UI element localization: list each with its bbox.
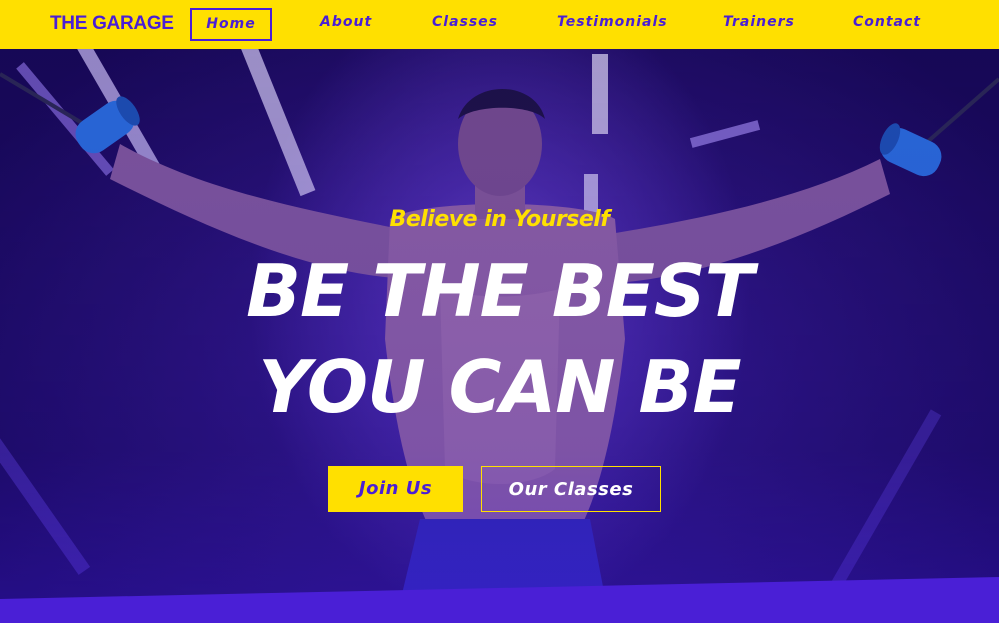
brand-logo[interactable]: THE GARAGE bbox=[50, 13, 174, 35]
nav-item-classes[interactable]: Classes bbox=[432, 14, 498, 30]
landing-page: Believe in Yourself BE THE BEST YOU CAN … bbox=[0, 0, 999, 623]
hero-headline-line-1: BE THE BEST bbox=[246, 249, 754, 333]
top-navbar: THE GARAGE Home About Classes Testimonia… bbox=[0, 0, 999, 49]
hero-section: Believe in Yourself BE THE BEST YOU CAN … bbox=[0, 49, 999, 623]
nav-item-about[interactable]: About bbox=[320, 14, 372, 30]
section-divider bbox=[0, 577, 999, 623]
hero-headline-line-2: YOU CAN BE bbox=[258, 345, 741, 429]
nav-item-contact[interactable]: Contact bbox=[853, 14, 921, 30]
join-us-button[interactable]: Join Us bbox=[328, 466, 463, 512]
nav-item-trainers[interactable]: Trainers bbox=[723, 14, 795, 30]
hero-tagline: Believe in Yourself bbox=[389, 207, 610, 232]
our-classes-button[interactable]: Our Classes bbox=[481, 466, 661, 512]
hero-overlay bbox=[0, 49, 999, 623]
nav-item-testimonials[interactable]: Testimonials bbox=[557, 14, 668, 30]
nav-item-home[interactable]: Home bbox=[190, 8, 272, 41]
